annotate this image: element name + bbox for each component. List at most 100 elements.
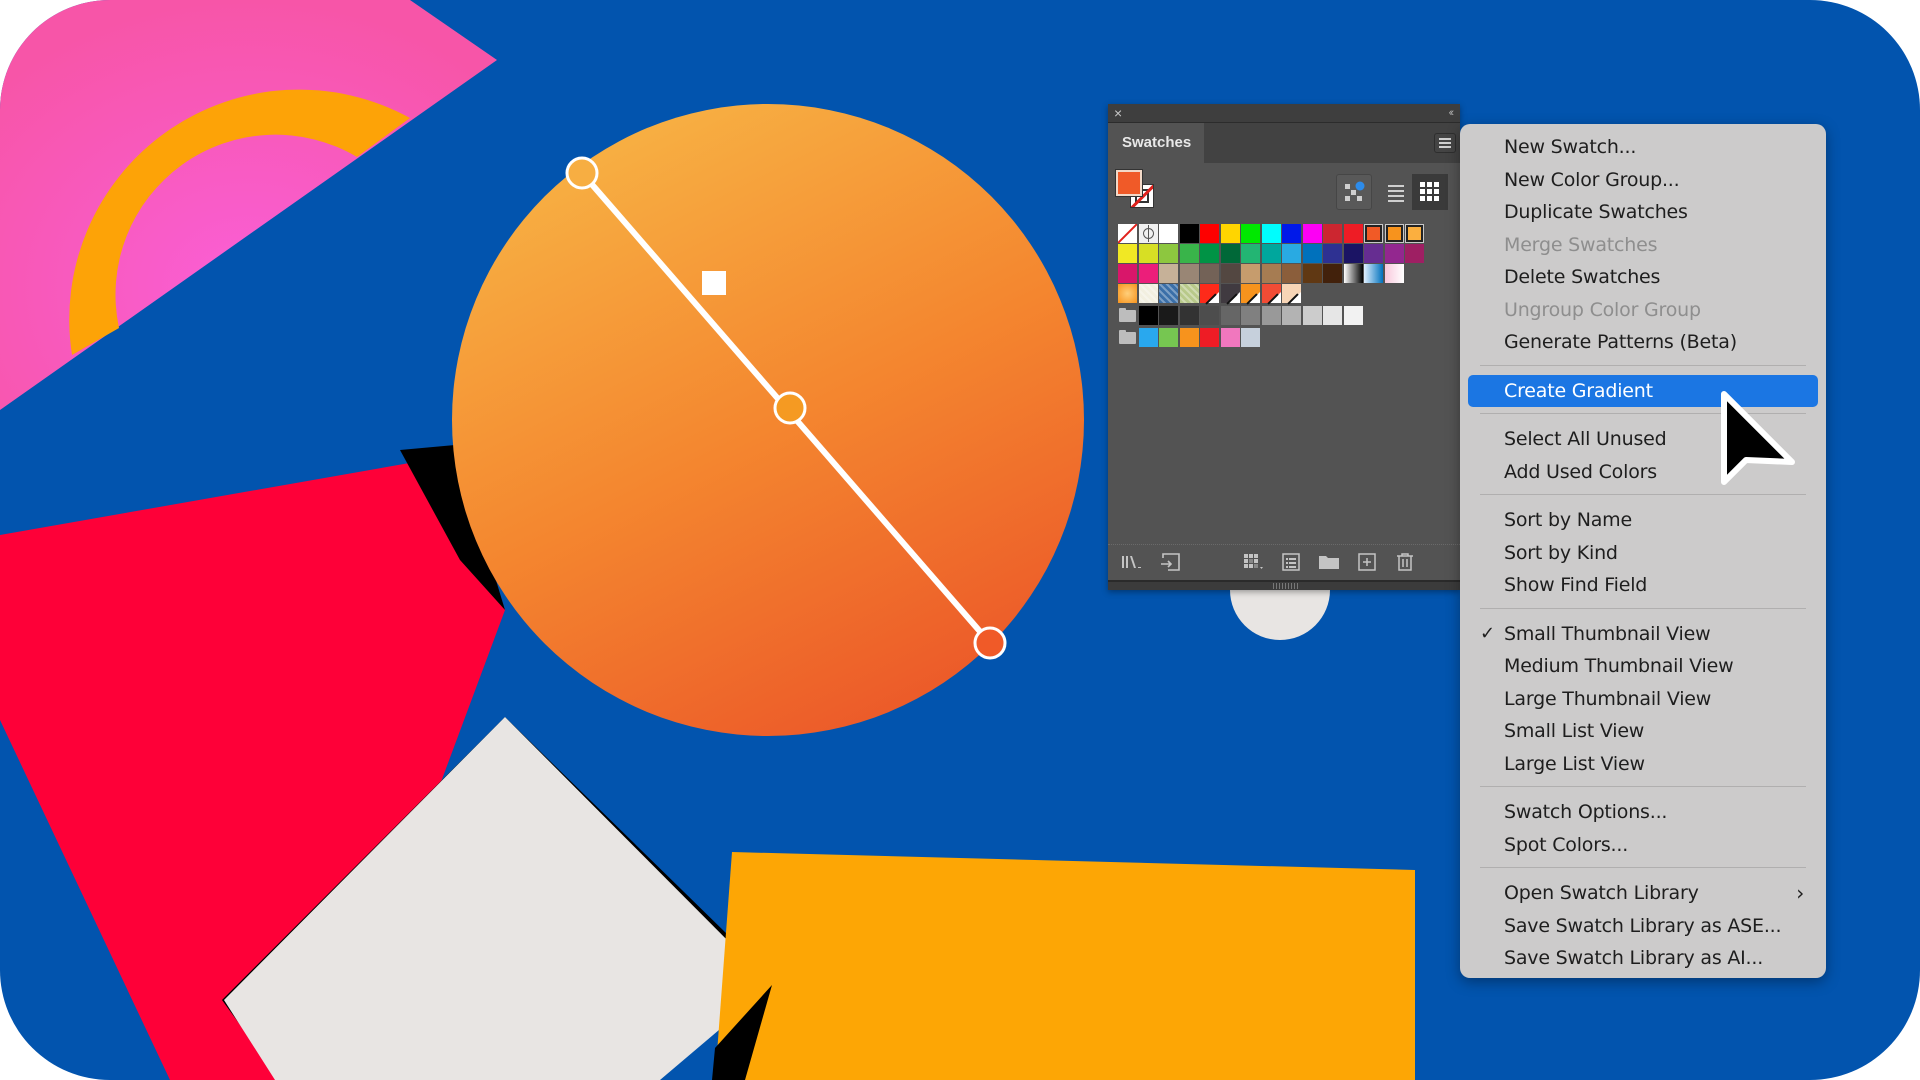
- fill-stroke-indicator[interactable]: [1115, 169, 1158, 212]
- swatch[interactable]: [1159, 224, 1178, 243]
- swatch-libraries-icon[interactable]: [1120, 553, 1142, 571]
- swatch[interactable]: [1118, 264, 1137, 283]
- swatch[interactable]: [1261, 224, 1281, 243]
- menu-item-save-swatch-library-as-ai[interactable]: Save Swatch Library as AI...: [1468, 943, 1818, 973]
- show-kinds-menu-icon[interactable]: [1242, 553, 1264, 571]
- menu-item-delete-swatches[interactable]: Delete Swatches: [1468, 262, 1818, 292]
- swatch[interactable]: [1220, 224, 1240, 243]
- swatch[interactable]: [1405, 244, 1424, 263]
- gradient-swatch[interactable]: [1118, 284, 1137, 303]
- swatch[interactable]: [1241, 264, 1260, 283]
- swatch[interactable]: [1179, 328, 1199, 347]
- swatch[interactable]: [1200, 224, 1219, 243]
- delete-swatch-icon[interactable]: [1394, 553, 1416, 571]
- list-view-button[interactable]: [1380, 174, 1416, 210]
- collapse-icon[interactable]: ‹‹: [1449, 104, 1455, 122]
- swatch[interactable]: [1179, 306, 1199, 325]
- global-swatch[interactable]: [1364, 224, 1383, 243]
- resize-grip-handle[interactable]: [1273, 583, 1299, 589]
- menu-item-large-list-view[interactable]: Large List View: [1468, 749, 1818, 779]
- show-swatch-kinds-button[interactable]: [1336, 174, 1372, 210]
- menu-item-medium-thumbnail-view[interactable]: Medium Thumbnail View: [1468, 651, 1818, 681]
- swatch[interactable]: [1138, 264, 1158, 283]
- swatch[interactable]: [1200, 306, 1219, 325]
- gradient-end-stop[interactable]: [973, 626, 1007, 660]
- swatch[interactable]: [1200, 264, 1219, 283]
- swatch[interactable]: [1302, 224, 1322, 243]
- panel-resize-bar[interactable]: [1108, 580, 1460, 590]
- gradient-swatch[interactable]: [1343, 264, 1363, 283]
- swatch[interactable]: [1302, 264, 1322, 283]
- swatch[interactable]: [1200, 328, 1219, 347]
- swatch[interactable]: [1261, 244, 1281, 263]
- menu-item-new-swatch[interactable]: New Swatch...: [1468, 132, 1818, 162]
- swatch[interactable]: [1384, 244, 1404, 263]
- swatch[interactable]: [1179, 264, 1199, 283]
- panel-titlebar[interactable]: × ‹‹: [1108, 104, 1460, 123]
- place-swatches-icon[interactable]: [1160, 553, 1182, 571]
- gradient-swatch[interactable]: [1364, 264, 1383, 283]
- new-swatch-icon[interactable]: [1356, 553, 1378, 571]
- menu-item-swatch-options[interactable]: Swatch Options...: [1468, 797, 1818, 827]
- swatch-registration[interactable]: [1138, 224, 1158, 243]
- swatch[interactable]: [1138, 328, 1158, 347]
- menu-item-large-thumbnail-view[interactable]: Large Thumbnail View: [1468, 684, 1818, 714]
- gradient-midpoint-handle[interactable]: [702, 271, 726, 295]
- swatch[interactable]: [1220, 328, 1240, 347]
- swatch[interactable]: [1343, 224, 1363, 243]
- swatch[interactable]: [1302, 306, 1322, 325]
- menu-item-open-swatch-library[interactable]: Open Swatch Library ›: [1468, 878, 1818, 908]
- panel-menu-button[interactable]: [1434, 133, 1456, 153]
- swatch[interactable]: [1343, 306, 1363, 325]
- tab-swatches[interactable]: Swatches: [1108, 123, 1204, 163]
- new-color-group-icon[interactable]: [1318, 553, 1340, 571]
- swatch-none[interactable]: [1118, 224, 1137, 243]
- global-swatch[interactable]: [1405, 224, 1424, 243]
- swatch[interactable]: [1282, 264, 1301, 283]
- menu-item-new-color-group[interactable]: New Color Group...: [1468, 165, 1818, 195]
- swatch[interactable]: [1241, 244, 1260, 263]
- menu-item-spot-colors[interactable]: Spot Colors...: [1468, 830, 1818, 860]
- menu-item-small-thumbnail-view[interactable]: ✓ Small Thumbnail View: [1468, 619, 1818, 649]
- swatch-options-icon[interactable]: [1280, 553, 1302, 571]
- swatch[interactable]: [1241, 224, 1260, 243]
- menu-item-save-swatch-library-as-ase[interactable]: Save Swatch Library as ASE...: [1468, 911, 1818, 941]
- pattern-swatch[interactable]: [1159, 284, 1178, 303]
- swatch[interactable]: [1241, 306, 1260, 325]
- swatch[interactable]: [1261, 264, 1281, 283]
- spot-color-swatch[interactable]: [1261, 284, 1281, 303]
- swatch[interactable]: [1179, 224, 1199, 243]
- swatch[interactable]: [1159, 306, 1178, 325]
- swatch[interactable]: [1220, 244, 1240, 263]
- gradient-mid-stop[interactable]: [773, 391, 807, 425]
- swatch[interactable]: [1159, 264, 1178, 283]
- grid-view-button[interactable]: [1412, 174, 1448, 210]
- swatch[interactable]: [1179, 244, 1199, 263]
- swatch[interactable]: [1323, 306, 1342, 325]
- swatch[interactable]: [1138, 244, 1158, 263]
- swatch[interactable]: [1323, 264, 1342, 283]
- menu-item-small-list-view[interactable]: Small List View: [1468, 716, 1818, 746]
- menu-item-duplicate-swatches[interactable]: Duplicate Swatches: [1468, 197, 1818, 227]
- swatch[interactable]: [1159, 244, 1178, 263]
- menu-item-sort-by-kind[interactable]: Sort by Kind: [1468, 538, 1818, 568]
- gradient-swatch[interactable]: [1384, 264, 1404, 283]
- swatch[interactable]: [1138, 306, 1158, 325]
- gradient-start-stop[interactable]: [565, 156, 599, 190]
- swatch[interactable]: [1220, 306, 1240, 325]
- swatch[interactable]: [1118, 244, 1137, 263]
- pattern-swatch[interactable]: [1138, 284, 1158, 303]
- spot-color-swatch[interactable]: [1220, 284, 1240, 303]
- swatch[interactable]: [1200, 244, 1219, 263]
- close-icon[interactable]: ×: [1114, 104, 1122, 122]
- fill-swatch[interactable]: [1115, 169, 1143, 197]
- menu-item-sort-by-name[interactable]: Sort by Name: [1468, 505, 1818, 535]
- spot-color-swatch[interactable]: [1241, 284, 1260, 303]
- swatch[interactable]: [1220, 264, 1240, 283]
- menu-item-generate-patterns-beta[interactable]: Generate Patterns (Beta): [1468, 327, 1818, 357]
- global-swatch[interactable]: [1384, 224, 1404, 243]
- swatch[interactable]: [1364, 244, 1383, 263]
- swatch[interactable]: [1282, 244, 1301, 263]
- color-group-folder-icon[interactable]: [1118, 330, 1138, 346]
- swatch[interactable]: [1241, 328, 1260, 347]
